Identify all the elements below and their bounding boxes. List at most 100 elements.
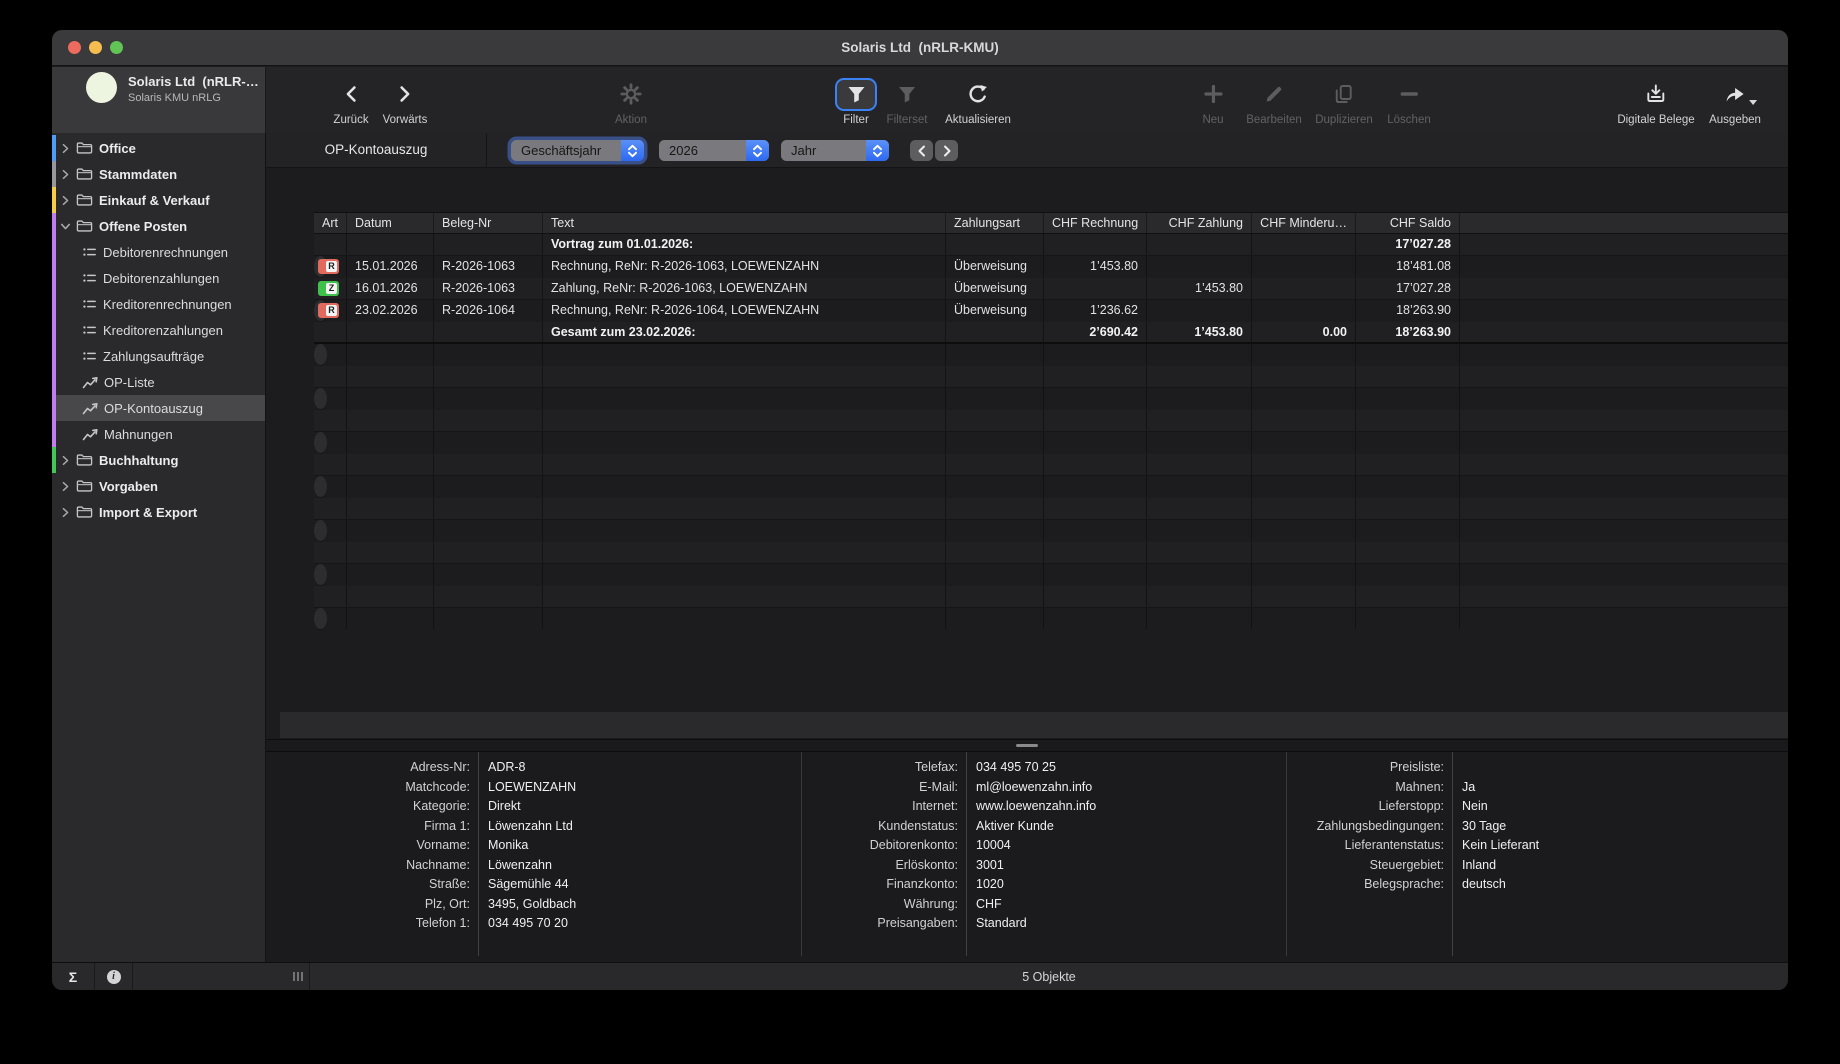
toolbar: Zurück Vorwärts Aktion Filter Filterset …: [266, 67, 1788, 133]
table-row[interactable]: Z16.01.2026R-2026-1063Zahlung, ReNr: R-2…: [314, 278, 1788, 300]
cell-zahlung: [1147, 256, 1252, 277]
sidebar-item-op-liste[interactable]: OP-Liste: [52, 369, 265, 395]
action-button[interactable]: Aktion: [615, 76, 647, 126]
column-header-art[interactable]: Art: [314, 213, 347, 233]
column-header-beleg-nr[interactable]: Beleg-Nr: [434, 213, 543, 233]
view-tab[interactable]: OP-Kontoauszug: [266, 133, 486, 167]
detail-label: Debitorenkonto:: [801, 836, 966, 856]
period-type-dropdown[interactable]: Geschäftsjahr: [511, 140, 644, 161]
module-color-strip: [52, 421, 56, 447]
edit-button[interactable]: Bearbeiten: [1246, 76, 1302, 126]
sum-button[interactable]: Σ: [52, 963, 95, 990]
filterset-button[interactable]: Filterset: [887, 76, 928, 126]
module-color-strip: [52, 161, 56, 187]
cell-rechnung: [1044, 388, 1147, 409]
next-period-button[interactable]: [935, 140, 958, 161]
stepper-icon: [621, 140, 644, 161]
sidebar-item-offene-posten[interactable]: Offene Posten: [52, 213, 265, 239]
back-button[interactable]: Zurück: [333, 76, 368, 126]
year-dropdown[interactable]: 2026: [659, 140, 769, 161]
column-header-zahlungsart[interactable]: Zahlungsart: [946, 213, 1044, 233]
cell-datum: [347, 608, 434, 629]
sidebar-item-office[interactable]: Office: [52, 135, 265, 161]
chart-icon: [82, 376, 98, 389]
table-row[interactable]: R23.02.2026R-2026-1064Rechnung, ReNr: R-…: [314, 300, 327, 322]
table-row[interactable]: Vortrag zum 01.01.2026:17’027.28: [314, 234, 1788, 256]
sidebar-item-stammdaten[interactable]: Stammdaten: [52, 161, 265, 187]
table-empty-row: [314, 344, 327, 366]
cell-beleg: R-2026-1063: [434, 256, 543, 277]
info-icon: i: [107, 970, 121, 984]
module-color-strip: [52, 395, 56, 421]
cell-text: [543, 454, 946, 475]
list-icon: [82, 245, 97, 259]
new-button[interactable]: Neu: [1202, 76, 1223, 126]
horizontal-scrollbar[interactable]: [280, 712, 1788, 738]
sidebar-item-debitorenrechnungen[interactable]: Debitorenrechnungen: [52, 239, 265, 265]
cell-saldo: [1356, 410, 1460, 431]
account-header[interactable]: Solaris Ltd (nRLR-… Solaris KMU nRLG: [52, 67, 266, 133]
cell-zahlung: [1147, 476, 1252, 497]
sidebar-item-kreditorenzahlungen[interactable]: Kreditorenzahlungen: [52, 317, 265, 343]
sidebar-item-zahlungsauftr-ge[interactable]: Zahlungsaufträge: [52, 343, 265, 369]
gear-icon: [620, 76, 642, 112]
tray-download-icon: [1645, 76, 1666, 112]
cell-rechnung: [1044, 608, 1147, 629]
cell-rechnung: 1’236.62: [1044, 300, 1147, 321]
disclosure-chevron-icon[interactable]: [60, 481, 74, 492]
resize-grip-icon[interactable]: [293, 972, 303, 981]
cell-beleg: [434, 476, 543, 497]
digital-documents-button[interactable]: Digitale Belege: [1617, 76, 1694, 126]
disclosure-chevron-icon[interactable]: [60, 455, 74, 466]
refresh-icon: [968, 76, 989, 112]
account-subtitle: Solaris KMU nRLG: [128, 92, 221, 104]
cell-beleg: [434, 520, 543, 541]
disclosure-chevron-icon[interactable]: [60, 143, 74, 154]
sidebar-item-label: Einkauf & Verkauf: [99, 193, 210, 208]
sidebar-item-einkauf-verkauf[interactable]: Einkauf & Verkauf: [52, 187, 265, 213]
sidebar-item-kreditorenrechnungen[interactable]: Kreditorenrechnungen: [52, 291, 265, 317]
table-row[interactable]: Gesamt zum 23.02.2026:2’690.421’453.800.…: [314, 322, 1788, 344]
delete-button[interactable]: Löschen: [1387, 76, 1430, 126]
column-header-chf-rechnung[interactable]: CHF Rechnung: [1044, 213, 1147, 233]
column-header-datum[interactable]: Datum: [347, 213, 434, 233]
disclosure-chevron-icon[interactable]: [60, 169, 74, 180]
detail-field-telefon-1: Telefon 1:034 495 70 20: [266, 914, 801, 934]
granularity-dropdown[interactable]: Jahr: [781, 140, 889, 161]
column-header-chf-zahlung[interactable]: CHF Zahlung: [1147, 213, 1252, 233]
column-header-chf-minderu[interactable]: CHF Minderu…: [1252, 213, 1356, 233]
sidebar-item-label: Office: [99, 141, 136, 156]
duplicate-button[interactable]: Duplizieren: [1315, 76, 1373, 126]
info-button[interactable]: i: [95, 963, 133, 990]
cell-zahlungsart: [946, 410, 1044, 431]
cell-text: [543, 608, 946, 629]
output-button[interactable]: Ausgeben: [1709, 76, 1761, 126]
sidebar-item-debitorenzahlungen[interactable]: Debitorenzahlungen: [52, 265, 265, 291]
cell-saldo: 17’027.28: [1356, 278, 1460, 299]
filter-button[interactable]: Filter: [835, 76, 877, 126]
column-header-chf-saldo[interactable]: CHF Saldo: [1356, 213, 1460, 233]
disclosure-chevron-icon[interactable]: [60, 195, 74, 206]
disclosure-chevron-icon[interactable]: [60, 507, 74, 518]
sidebar-item-op-kontoauszug[interactable]: OP-Kontoauszug: [52, 395, 265, 421]
sidebar-item-buchhaltung[interactable]: Buchhaltung: [52, 447, 265, 473]
forward-button[interactable]: Vorwärts: [383, 76, 428, 126]
cell-text: [543, 520, 946, 541]
cell-saldo: [1356, 344, 1460, 365]
detail-value: 30 Tage: [1452, 817, 1506, 837]
sidebar-item-vorgaben[interactable]: Vorgaben: [52, 473, 265, 499]
sidebar-item-mahnungen[interactable]: Mahnungen: [52, 421, 265, 447]
pane-splitter[interactable]: [266, 739, 1788, 752]
stepper-icon: [866, 140, 889, 161]
module-color-strip: [52, 447, 56, 473]
previous-period-button[interactable]: [910, 140, 933, 161]
table-row[interactable]: R15.01.2026R-2026-1063Rechnung, ReNr: R-…: [314, 256, 327, 278]
cell-text: [543, 432, 946, 453]
column-header-text[interactable]: Text: [543, 213, 946, 233]
disclosure-chevron-icon[interactable]: [60, 221, 74, 232]
cell-text: Vortrag zum 01.01.2026:: [543, 234, 946, 255]
refresh-button[interactable]: Aktualisieren: [945, 76, 1011, 126]
cell-rechnung: [1044, 366, 1147, 387]
sidebar-item-import-export[interactable]: Import & Export: [52, 499, 265, 525]
cell-saldo: [1356, 564, 1460, 585]
